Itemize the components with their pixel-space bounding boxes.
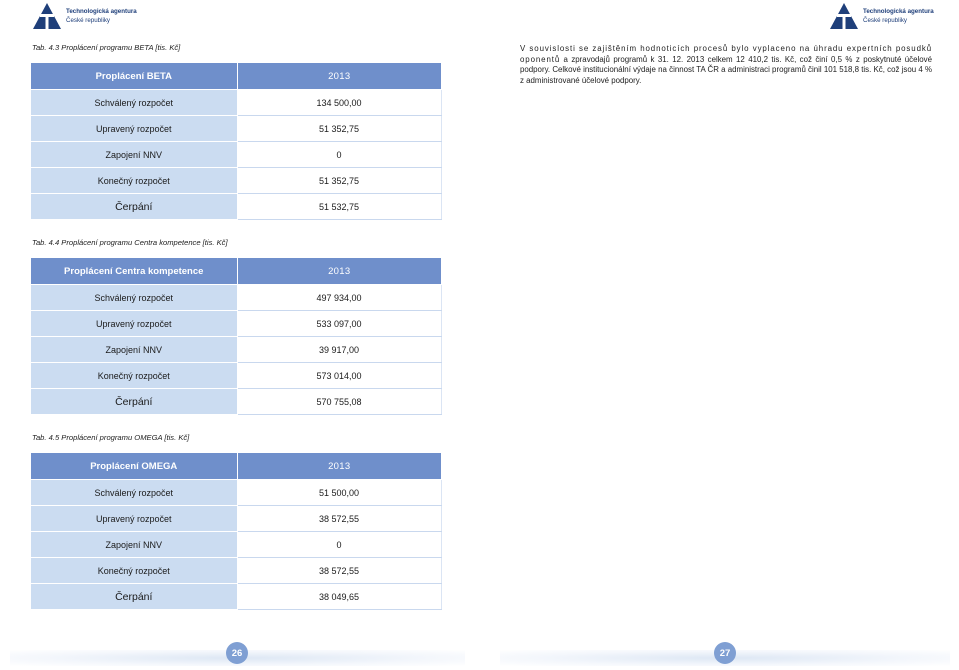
row-label: Schválený rozpočet [31, 479, 238, 506]
row-value: 51 532,75 [237, 193, 442, 220]
row-value: 0 [237, 531, 442, 558]
row-value: 51 352,75 [237, 115, 442, 142]
paragraph-rest: a zpravodajů programů k 31. 12. 2013 cel… [520, 54, 932, 85]
page-number-left: 26 [226, 642, 248, 664]
year-header: 2013 [237, 453, 441, 480]
row-label: Zapojení NNV [31, 336, 238, 363]
row-value: 573 014,00 [237, 362, 442, 389]
logo-subtitle: České republiky [66, 17, 111, 24]
row-value: 38 049,65 [237, 583, 442, 610]
row-label: Upravený rozpočet [31, 310, 238, 337]
table-row: Upravený rozpočet 533 097,00 [31, 310, 442, 337]
logo-right: Technologická agentura České republiky [829, 2, 934, 30]
row-label: Schválený rozpočet [31, 284, 238, 311]
row-label: Zapojení NNV [31, 531, 238, 558]
page-number-right: 27 [714, 642, 736, 664]
table-row: Konečný rozpočet 51 352,75 [31, 167, 442, 194]
logo-name: Technologická agentura [66, 8, 137, 15]
table-caption: Tab. 4.3 Proplácení programu BETA [tis. … [32, 43, 181, 52]
table-row: Schválený rozpočet 497 934,00 [31, 284, 442, 311]
table-row: Konečný rozpočet 573 014,00 [31, 362, 442, 389]
logo-left: Technologická agentura České republiky [32, 2, 137, 30]
logo-subtitle: České republiky [863, 17, 908, 24]
year-header: 2013 [237, 258, 441, 285]
row-label: Zapojení NNV [31, 141, 238, 168]
logo-name: Technologická agentura [863, 8, 934, 15]
table-row: Čerpání 38 049,65 [31, 583, 442, 610]
table-row: Čerpání 570 755,08 [31, 388, 442, 415]
row-label: Čerpání [31, 193, 238, 220]
row-label: Čerpání [31, 583, 238, 610]
table-header: Proplácení Centra kompetence [31, 258, 238, 285]
body-paragraph: V souvislosti se zajištěním hodnoticích … [520, 44, 932, 86]
table-row: Čerpání 51 532,75 [31, 193, 442, 220]
table-row: Zapojení NNV 0 [31, 531, 442, 558]
row-label: Konečný rozpočet [31, 362, 238, 389]
row-label: Schválený rozpočet [31, 89, 238, 116]
row-label: Čerpání [31, 388, 238, 415]
row-value: 497 934,00 [237, 284, 442, 311]
table-row: Zapojení NNV 0 [31, 141, 442, 168]
row-value: 533 097,00 [237, 310, 442, 337]
row-value: 570 755,08 [237, 388, 442, 415]
table-row: Schválený rozpočet 51 500,00 [31, 479, 442, 506]
row-value: 134 500,00 [237, 89, 442, 116]
logo-icon [830, 3, 858, 29]
row-value: 39 917,00 [237, 336, 442, 363]
table-row: Upravený rozpočet 38 572,55 [31, 505, 442, 532]
table-caption: Tab. 4.5 Proplácení programu OMEGA [tis.… [32, 433, 190, 442]
logo-icon [33, 3, 61, 29]
year-header: 2013 [237, 63, 441, 90]
table-omega: Proplácení OMEGA 2013 Schválený rozpočet… [31, 453, 442, 610]
row-value: 51 352,75 [237, 167, 442, 194]
row-label: Konečný rozpočet [31, 557, 238, 584]
table-caption: Tab. 4.4 Proplácení programu Centra komp… [32, 238, 228, 247]
table-header: Proplácení BETA [31, 63, 238, 90]
row-value: 38 572,55 [237, 557, 442, 584]
row-value: 0 [237, 141, 442, 168]
table-beta: Proplácení BETA 2013 Schválený rozpočet 1… [31, 63, 442, 220]
table-header: Proplácení OMEGA [31, 453, 238, 480]
row-value: 51 500,00 [237, 479, 442, 506]
table-row: Upravený rozpočet 51 352,75 [31, 115, 442, 142]
row-label: Upravený rozpočet [31, 505, 238, 532]
row-label: Upravený rozpočet [31, 115, 238, 142]
table-row: Konečný rozpočet 38 572,55 [31, 557, 442, 584]
table-row: Schválený rozpočet 134 500,00 [31, 89, 442, 116]
table-row: Zapojení NNV 39 917,00 [31, 336, 442, 363]
table-centra-kompetence: Proplácení Centra kompetence 2013 Schvál… [31, 258, 442, 415]
row-value: 38 572,55 [237, 505, 442, 532]
row-label: Konečný rozpočet [31, 167, 238, 194]
